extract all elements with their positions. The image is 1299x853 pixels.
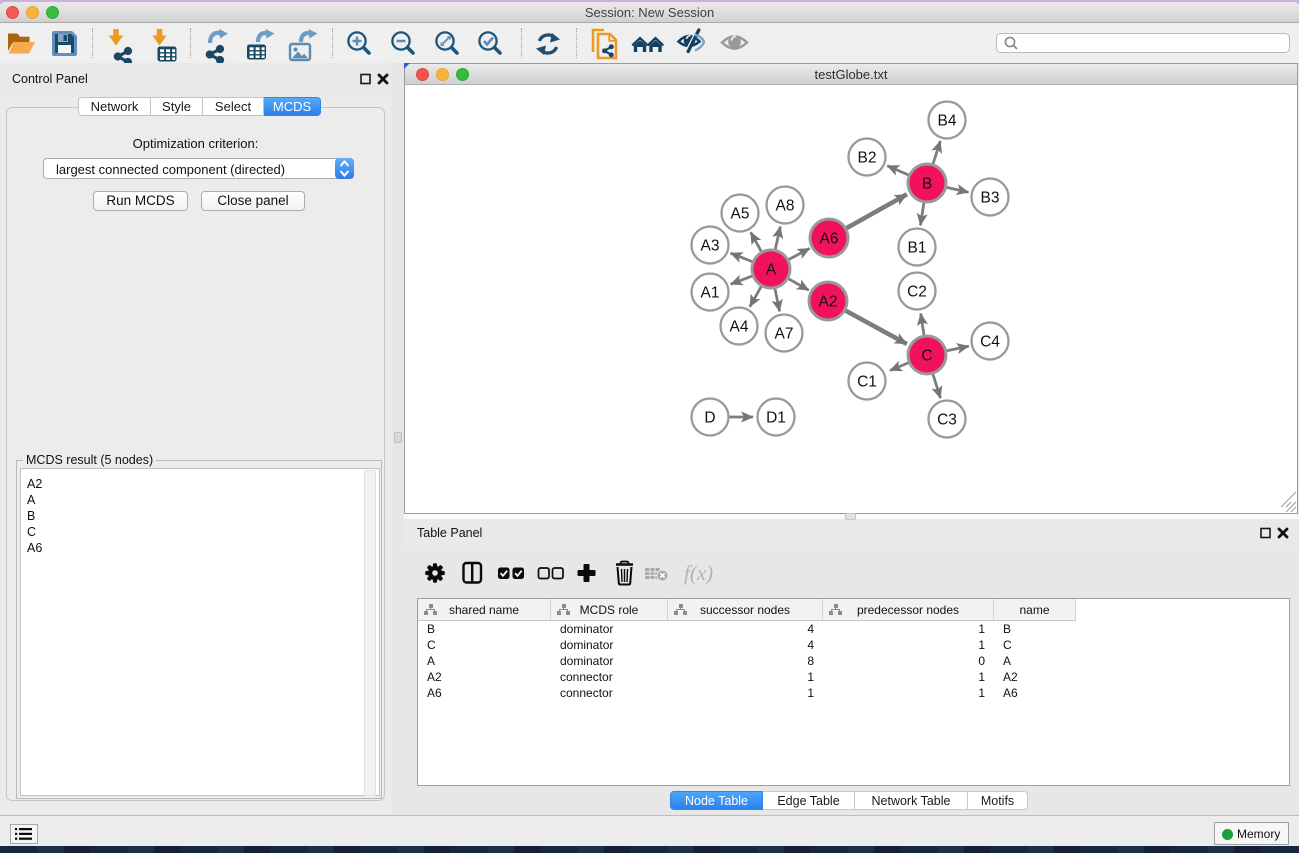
svg-text:A6: A6 <box>820 231 839 248</box>
svg-text:A8: A8 <box>776 198 795 215</box>
svg-text:B: B <box>922 176 932 193</box>
svg-text:C2: C2 <box>907 284 927 301</box>
svg-text:A5: A5 <box>731 206 750 223</box>
svg-text:C4: C4 <box>980 334 1000 351</box>
svg-text:D: D <box>704 410 715 427</box>
svg-text:D1: D1 <box>766 410 786 427</box>
svg-text:A1: A1 <box>701 285 720 302</box>
svg-text:C1: C1 <box>857 374 877 391</box>
svg-text:C: C <box>921 348 932 365</box>
svg-text:B1: B1 <box>908 240 927 257</box>
svg-text:A3: A3 <box>701 238 720 255</box>
svg-text:B3: B3 <box>981 190 1000 207</box>
svg-text:A2: A2 <box>819 294 838 311</box>
svg-text:A7: A7 <box>775 326 794 343</box>
svg-text:B4: B4 <box>938 113 957 130</box>
svg-text:C3: C3 <box>937 412 957 429</box>
svg-text:B2: B2 <box>858 150 877 167</box>
svg-text:A4: A4 <box>730 319 749 336</box>
svg-text:A: A <box>766 262 777 279</box>
svg-text:f(x): f(x) <box>684 561 713 585</box>
